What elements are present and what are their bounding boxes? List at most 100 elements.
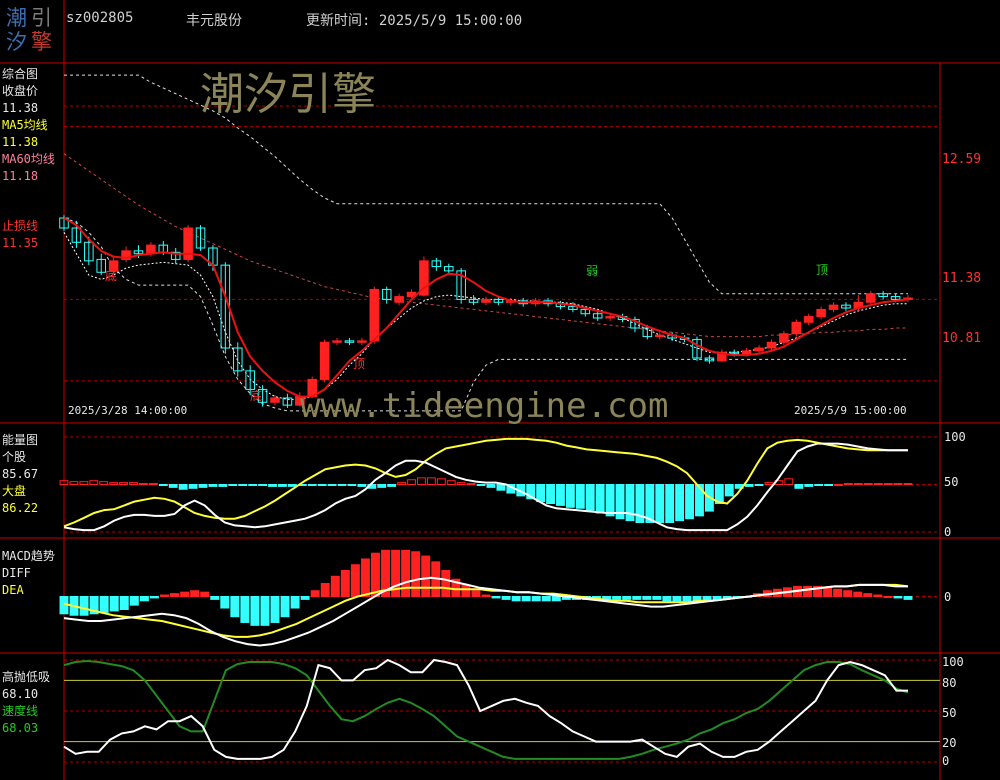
candle-body: [654, 334, 665, 338]
annotation-top-2: 顶: [816, 263, 829, 277]
energy-bar: [863, 483, 873, 486]
speed-label: 速度线: [2, 704, 39, 718]
macd-bar: [682, 595, 692, 602]
energy-bar: [357, 484, 367, 487]
energy-tick-0: 0: [944, 525, 952, 539]
energy-bar: [109, 482, 119, 486]
energy-bar: [129, 482, 138, 486]
speed-line: [63, 659, 909, 760]
price-tick-low: 10.81: [942, 331, 982, 346]
macd-tick-0: 0: [944, 590, 952, 604]
candle-body: [828, 304, 839, 310]
energy-bar: [744, 484, 754, 487]
close-label: 收盘价: [2, 84, 39, 98]
energy-bar: [387, 484, 397, 487]
energy-bar: [675, 484, 685, 522]
candle-body: [605, 316, 615, 319]
macd-bar: [129, 595, 139, 606]
market-value: 86.22: [2, 501, 39, 515]
macd-bar: [501, 595, 511, 600]
brand-watermark: 潮汐引擎: [200, 69, 376, 120]
macd-bar: [109, 595, 119, 612]
energy-bar: [99, 481, 109, 485]
panel1-title: 综合图: [2, 67, 39, 81]
energy-bar: [903, 483, 913, 486]
macd-bar: [541, 595, 551, 602]
macd-bar: [330, 575, 340, 597]
macd-bar: [411, 551, 421, 597]
macd-bar: [531, 595, 541, 602]
macd-bar: [853, 591, 863, 597]
energy-bar: [268, 484, 277, 487]
energy-bar: [347, 484, 357, 486]
energy-bar: [536, 484, 546, 503]
candle-body: [816, 308, 826, 318]
panel3-title: MACD趋势: [2, 549, 55, 563]
macd-bar: [200, 591, 210, 597]
energy-tick-100: 100: [944, 430, 966, 444]
energy-bar: [119, 482, 129, 486]
macd-bar: [672, 595, 682, 602]
candle-body: [803, 316, 814, 323]
energy-bar: [417, 477, 426, 486]
energy-bar: [79, 481, 89, 485]
macd-bar: [160, 594, 169, 597]
energy-bar: [188, 484, 198, 489]
macd-bar: [240, 595, 250, 623]
macd-bar: [180, 591, 190, 597]
energy-tick-50: 50: [944, 475, 959, 489]
macd-bar: [833, 588, 843, 597]
macd-bar: [903, 595, 913, 600]
candle-body: [865, 293, 876, 303]
macd-bar: [149, 595, 159, 599]
individual-label: 个股: [2, 450, 27, 464]
macd-bar: [461, 584, 471, 597]
ma60-value: 11.18: [2, 169, 39, 183]
energy-bar: [168, 484, 178, 488]
macd-bar: [612, 595, 622, 600]
macd-bar: [280, 595, 290, 618]
energy-bar: [426, 477, 436, 486]
energy-bar: [377, 484, 387, 488]
macd-bar: [119, 595, 129, 610]
energy-bar: [814, 484, 824, 486]
macd-bar: [883, 595, 893, 598]
energy-bar: [248, 484, 258, 486]
energy-bar: [804, 484, 814, 487]
macd-bar: [652, 595, 662, 600]
annotation-bottom-1: 底: [105, 269, 118, 283]
macd-bar: [642, 595, 652, 600]
macd-bar: [511, 595, 521, 602]
ma60-label: MA60均线: [2, 152, 55, 166]
annotation-bottom-2: 底: [250, 389, 263, 403]
macd-bar: [250, 595, 260, 626]
energy-bar: [496, 484, 506, 491]
osc-tick-0: 0: [942, 754, 950, 768]
osc-tick-100: 100: [942, 655, 964, 669]
macd-bar: [823, 587, 833, 597]
energy-bar: [89, 480, 99, 486]
osc-tick-20: 20: [942, 736, 957, 750]
macd-bar: [300, 595, 310, 600]
macd-bar: [270, 595, 280, 623]
energy-bar: [69, 481, 79, 485]
price-tick-mid: 11.38: [942, 271, 982, 286]
energy-bar: [625, 484, 635, 522]
energy-bar: [139, 483, 148, 486]
energy-bar: [893, 483, 903, 486]
panel2-title: 能量图: [2, 433, 39, 447]
kline-line: [63, 658, 908, 760]
dea-label: DEA: [2, 583, 24, 597]
candle-body: [369, 288, 380, 342]
candle-body: [319, 341, 330, 380]
energy-bar: [645, 484, 655, 523]
panel4-title: 高抛低吸: [2, 670, 51, 684]
candle-body: [270, 397, 280, 403]
energy-bar: [407, 479, 416, 485]
macd-bar: [491, 595, 501, 599]
energy-bar: [148, 483, 158, 486]
osc-tick-80: 80: [942, 676, 957, 690]
energy-bar: [178, 484, 188, 490]
macd-bar: [79, 595, 89, 616]
annotation-top-1: 顶: [353, 357, 366, 371]
